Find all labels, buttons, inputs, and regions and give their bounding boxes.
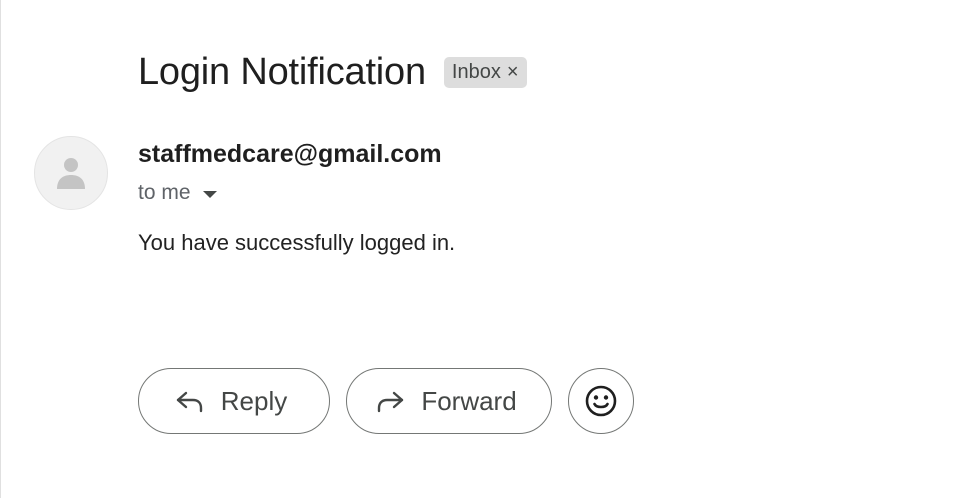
person-icon: [55, 155, 87, 191]
subject-row: Login Notification Inbox ×: [138, 50, 527, 94]
inbox-label-chip[interactable]: Inbox ×: [443, 56, 527, 88]
reply-label: Reply: [220, 385, 288, 416]
smiley-icon: [584, 384, 618, 418]
emoji-reaction-button[interactable]: [568, 368, 634, 434]
reply-arrow-icon: [175, 389, 205, 413]
email-subject: Login Notification: [138, 51, 426, 93]
label-text: Inbox: [451, 60, 501, 83]
recipient-text: to me: [138, 181, 191, 204]
remove-label-icon[interactable]: ×: [507, 62, 519, 82]
caret-down-icon[interactable]: [202, 190, 217, 198]
reply-button[interactable]: Reply: [138, 368, 330, 434]
email-body: You have successfully logged in.: [138, 230, 456, 255]
recipient-line: to me: [138, 180, 217, 206]
email-view: Login Notification Inbox × staffmedcare@…: [0, 0, 975, 498]
forward-button[interactable]: Forward: [346, 368, 552, 434]
forward-label: Forward: [421, 385, 517, 416]
avatar[interactable]: [34, 136, 108, 210]
message-actions: Reply Forward: [138, 368, 634, 434]
forward-arrow-icon: [375, 389, 405, 413]
sender-email[interactable]: staffmedcare@gmail.com: [138, 139, 442, 169]
